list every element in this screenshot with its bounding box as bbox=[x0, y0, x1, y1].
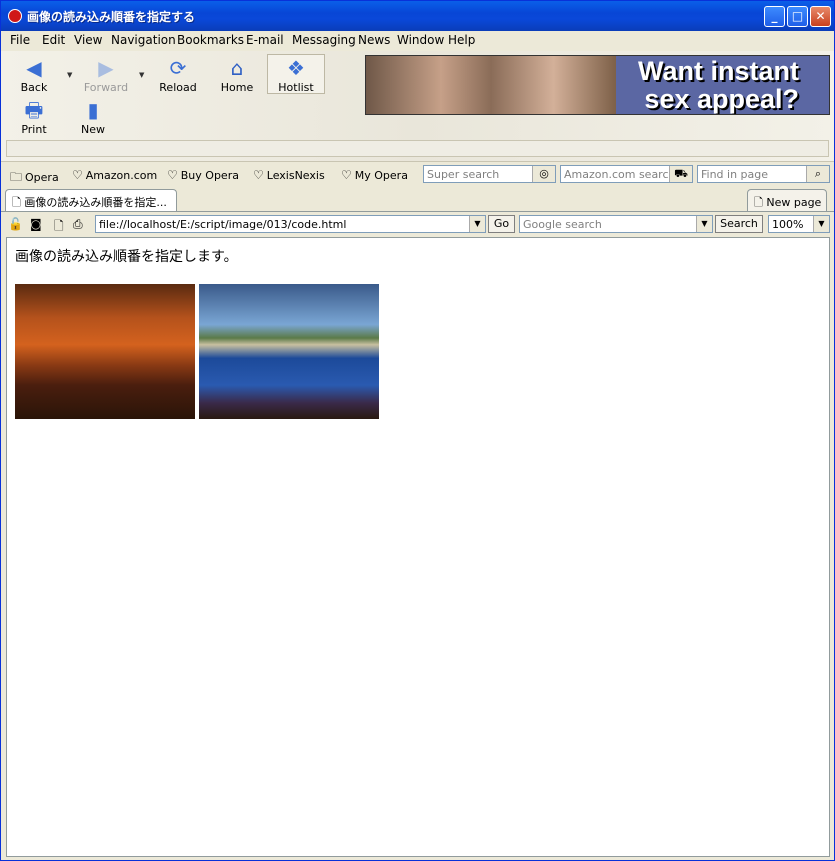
menu-email[interactable]: E-mail bbox=[246, 33, 284, 47]
menu-navigation[interactable]: Navigation bbox=[111, 33, 176, 47]
address-dropdown-icon[interactable]: ▼ bbox=[469, 216, 485, 232]
go-button[interactable]: Go bbox=[488, 215, 515, 233]
tab-active-page[interactable]: 🗋 画像の読み込み順番を指定... bbox=[5, 189, 177, 211]
banner-text-line1: Want instant bbox=[638, 56, 799, 86]
heart-icon: ♡ bbox=[341, 168, 352, 182]
heart-icon: ♡ bbox=[72, 168, 83, 182]
amazon-search-input[interactable]: Amazon.com search ⛟ bbox=[560, 165, 693, 183]
folder-icon: 🗀 bbox=[10, 170, 23, 184]
search-button[interactable]: Search bbox=[715, 215, 763, 233]
heart-icon: ♡ bbox=[253, 168, 264, 182]
close-button[interactable]: ✕ bbox=[810, 6, 831, 27]
menu-edit[interactable]: Edit bbox=[42, 33, 65, 47]
cart-icon[interactable]: ⛟ bbox=[669, 166, 692, 182]
address-input[interactable]: file://localhost/E:/script/image/013/cod… bbox=[95, 215, 486, 233]
page-body-text: 画像の読み込み順番を指定します。 bbox=[15, 249, 238, 265]
magnifier-icon[interactable]: ⌕ bbox=[806, 166, 829, 182]
page-content: 画像の読み込み順番を指定します。 bbox=[6, 237, 830, 857]
google-search-dropdown-icon[interactable]: ▼ bbox=[696, 216, 712, 232]
document-icon[interactable]: 🗋 bbox=[54, 217, 64, 238]
lock-icon[interactable]: 🔓 bbox=[8, 217, 23, 231]
super-search-icon[interactable]: ◎ bbox=[532, 166, 555, 182]
page-icon: 🗋 bbox=[12, 196, 21, 209]
forward-button[interactable]: ▶ Forward bbox=[78, 57, 134, 94]
page-icon: 🗋 bbox=[754, 196, 763, 209]
minimize-button[interactable]: _ bbox=[764, 6, 785, 27]
bookmark-my-opera[interactable]: ♡ My Opera bbox=[341, 168, 408, 182]
reload-button[interactable]: ⟳ Reload bbox=[150, 57, 206, 94]
bookmark-lexisnexis[interactable]: ♡ LexisNexis bbox=[253, 168, 325, 182]
camera-icon[interactable]: ◙ bbox=[30, 217, 42, 231]
menu-help[interactable]: Help bbox=[448, 33, 475, 47]
menu-window[interactable]: Window bbox=[397, 33, 444, 47]
super-search-input[interactable]: Super search ◎ bbox=[423, 165, 556, 183]
bookmark-amazon[interactable]: ♡ Amazon.com bbox=[72, 168, 157, 182]
home-button[interactable]: ⌂ Home bbox=[209, 57, 265, 94]
find-in-page-input[interactable]: Find in page ⌕ bbox=[697, 165, 830, 183]
print-button[interactable]: 🖶 Print bbox=[6, 99, 62, 136]
personal-bar: 🗀 Opera ♡ Amazon.com ♡ Buy Opera ♡ LexisNexi… bbox=[1, 162, 834, 187]
menu-file[interactable]: File bbox=[10, 33, 30, 47]
new-page-icon: ▮ bbox=[87, 98, 99, 122]
google-search-input[interactable]: Google search ▼ bbox=[519, 215, 713, 233]
maximize-button[interactable]: □ bbox=[787, 6, 808, 27]
home-icon: ⌂ bbox=[230, 56, 244, 80]
menu-messaging[interactable]: Messaging bbox=[292, 33, 356, 47]
zoom-dropdown-icon[interactable]: ▼ bbox=[813, 216, 829, 232]
printer-icon: 🖶 bbox=[24, 98, 44, 122]
coastal-landscape-image bbox=[199, 284, 379, 419]
back-button[interactable]: ◀ Back bbox=[6, 57, 62, 94]
menu-bar: File Edit View Navigation Bookmarks E-ma… bbox=[1, 31, 834, 50]
reload-icon: ⟳ bbox=[169, 56, 187, 80]
bookmark-opera[interactable]: 🗀 Opera bbox=[10, 168, 59, 189]
opera-icon bbox=[8, 9, 22, 23]
menu-view[interactable]: View bbox=[74, 33, 102, 47]
new-button[interactable]: ▮ New bbox=[65, 99, 121, 136]
title-bar: 画像の読み込み順番を指定する _ □ ✕ bbox=[1, 1, 834, 31]
banner-text-line2: sex appeal? bbox=[644, 84, 799, 114]
address-bar: 🔓 ◙ 🗋 ⎙ file://localhost/E:/script/image… bbox=[1, 211, 834, 237]
window-title: 画像の読み込み順番を指定する bbox=[27, 10, 196, 24]
menu-news[interactable]: News bbox=[358, 33, 390, 47]
browser-window: 画像の読み込み順番を指定する _ □ ✕ File Edit View Navi… bbox=[0, 0, 835, 861]
zoom-select[interactable]: 100% ▼ bbox=[768, 215, 830, 233]
heart-icon: ♡ bbox=[167, 168, 178, 182]
hotlist-icon: ❖ bbox=[287, 56, 305, 80]
forward-history-arrow-icon[interactable]: ▼ bbox=[139, 71, 144, 79]
bookmark-buy-opera[interactable]: ♡ Buy Opera bbox=[167, 168, 239, 182]
print-preview-icon[interactable]: ⎙ bbox=[73, 217, 83, 232]
new-page-tab[interactable]: 🗋 New page bbox=[747, 189, 827, 211]
forward-arrow-icon: ▶ bbox=[98, 56, 114, 80]
sunset-sea-image bbox=[15, 284, 195, 419]
back-history-arrow-icon[interactable]: ▼ bbox=[67, 71, 72, 79]
menu-bookmarks[interactable]: Bookmarks bbox=[177, 33, 244, 47]
hotlist-button[interactable]: ❖ Hotlist bbox=[268, 57, 324, 94]
status-strip bbox=[6, 140, 829, 157]
ad-banner[interactable]: Want instant sex appeal? bbox=[365, 55, 830, 115]
back-arrow-icon: ◀ bbox=[26, 56, 42, 80]
banner-image bbox=[366, 56, 616, 114]
tab-bar: 🗋 画像の読み込み順番を指定... 🗋 New page bbox=[1, 187, 834, 211]
